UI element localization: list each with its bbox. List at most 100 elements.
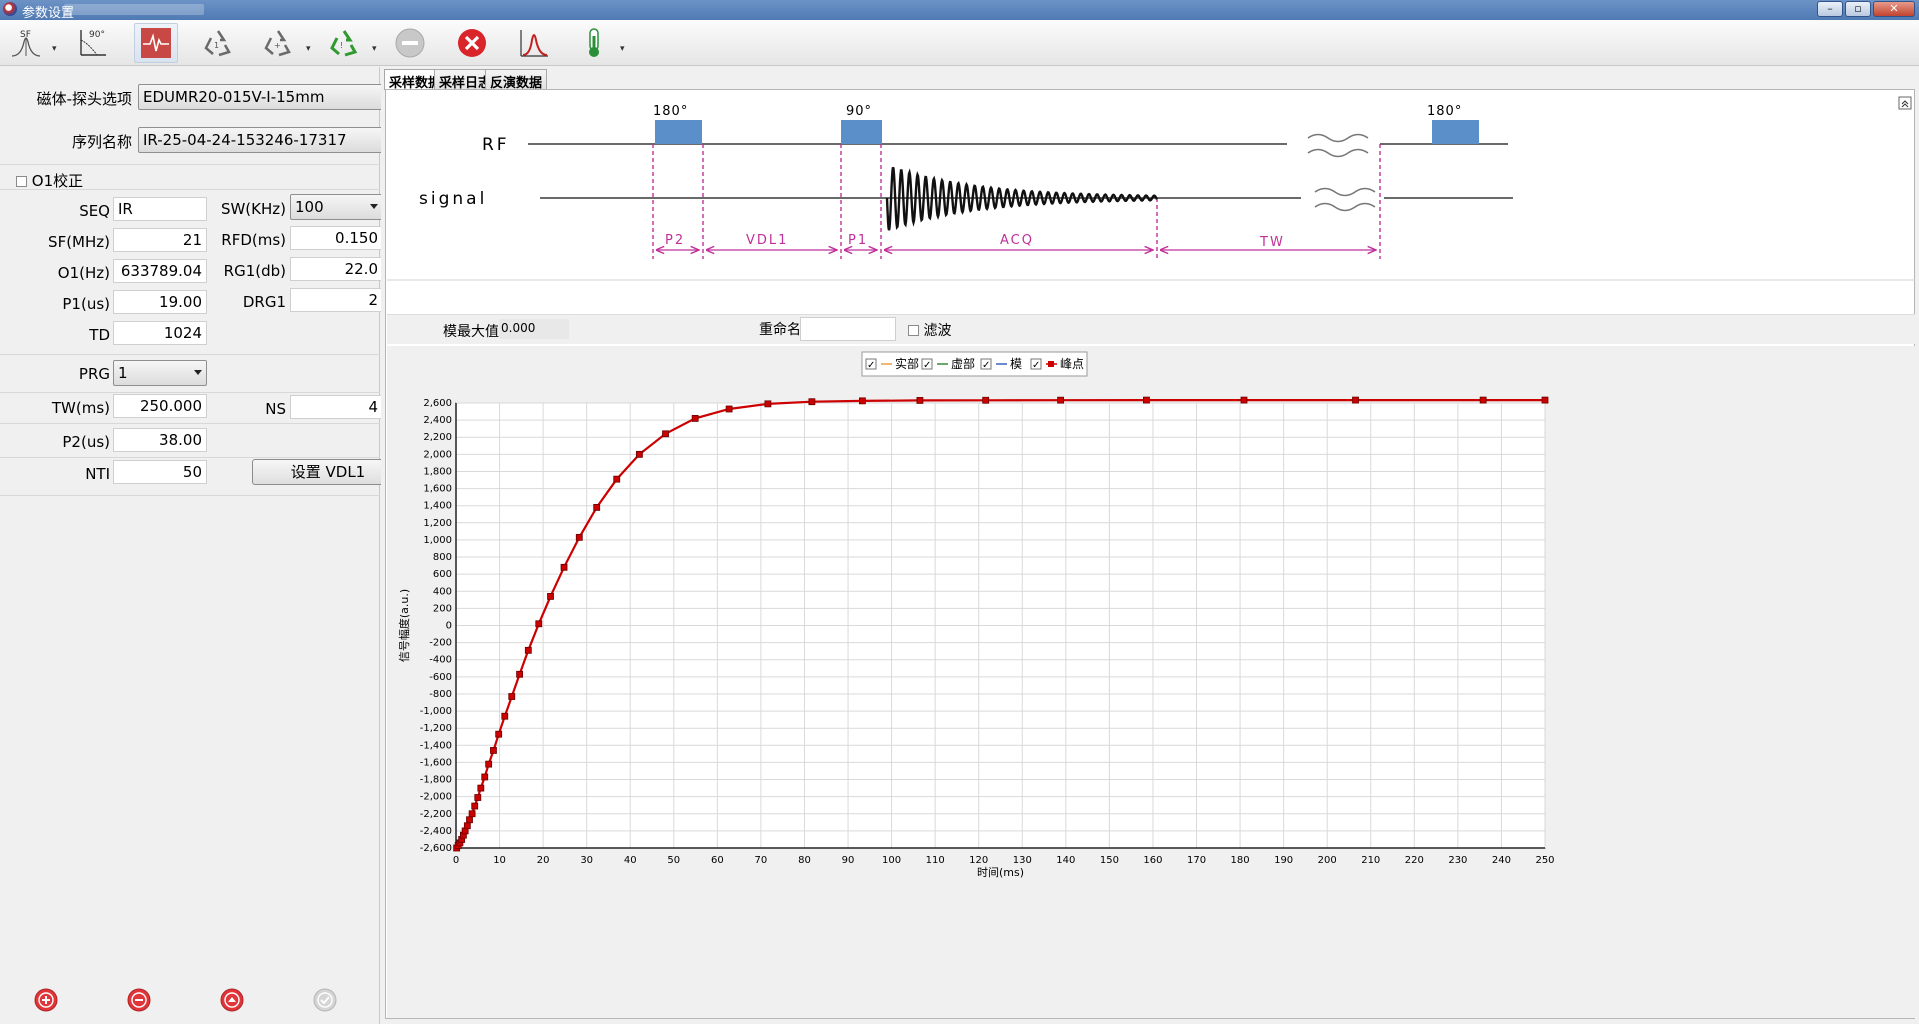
x-tick-label: 60 bbox=[711, 855, 724, 866]
y-axis: -2,600 -2,400 -2,200 -2,000 -1,800 -1,600 -1,4… bbox=[420, 398, 452, 854]
data-point bbox=[982, 396, 990, 404]
y-tick-label: 1,400 bbox=[423, 501, 452, 512]
y-tick-label: 600 bbox=[433, 569, 452, 580]
move-up-button[interactable] bbox=[219, 987, 245, 1013]
waveform-button[interactable] bbox=[134, 23, 178, 63]
y-tick-label: -1,600 bbox=[420, 757, 452, 768]
y-axis-label: 信号幅度(a.u.) bbox=[397, 589, 411, 662]
mod-max-value: 0.000 bbox=[499, 319, 569, 339]
data-point bbox=[477, 784, 485, 792]
window-close-button[interactable]: ✕ bbox=[1873, 1, 1915, 17]
ns-field[interactable]: 4 bbox=[290, 395, 383, 419]
data-point bbox=[485, 760, 493, 768]
y-tick-label: 800 bbox=[433, 552, 452, 563]
legend-label: 实部 bbox=[895, 356, 919, 371]
flip-90-icon: 90° bbox=[80, 30, 106, 56]
data-point bbox=[662, 430, 669, 438]
prg-select[interactable]: 1 bbox=[113, 360, 207, 386]
y-tick-label: 0 bbox=[446, 621, 452, 632]
data-point bbox=[691, 415, 699, 422]
y-tick-label: -2,200 bbox=[420, 809, 452, 820]
fid-signal-wave bbox=[885, 166, 1159, 231]
collapse-button[interactable] bbox=[1898, 96, 1912, 110]
tab-inversion-data[interactable]: 反演数据 bbox=[485, 69, 548, 91]
x-tick-label: 30 bbox=[580, 855, 593, 866]
y-tick-label: 200 bbox=[433, 603, 452, 614]
data-point bbox=[560, 563, 568, 571]
p1-field[interactable]: 19.00 bbox=[113, 290, 207, 314]
chevron-down-icon[interactable]: ▾ bbox=[306, 44, 311, 54]
angle-button[interactable]: 90° bbox=[70, 23, 114, 63]
segment-vdl1-label: VDL1 bbox=[746, 233, 788, 248]
chevron-down-icon[interactable]: ▾ bbox=[52, 44, 57, 54]
check-icon bbox=[313, 988, 337, 1012]
check-icon: ✓ bbox=[982, 360, 990, 371]
data-point bbox=[547, 593, 554, 600]
rfd-label: RFD(ms) bbox=[221, 231, 286, 249]
sf-field[interactable]: 21 bbox=[113, 228, 207, 252]
data-point bbox=[808, 398, 816, 406]
temperature-button[interactable] bbox=[572, 23, 616, 63]
sequence-name-select[interactable]: IR-25-04-24-153246-17317 bbox=[138, 127, 402, 153]
rfd-field[interactable]: 0.150 bbox=[290, 226, 383, 250]
divider bbox=[0, 457, 380, 458]
x-axis: 0 10 20 30 40 50 60 70 80 90 100 110 120 130 140 150 160… bbox=[453, 855, 1555, 866]
x-tick-label: 250 bbox=[1535, 855, 1554, 866]
o1-correction-checkbox[interactable]: O1校正 bbox=[16, 170, 83, 191]
minimize-button[interactable]: – bbox=[1817, 1, 1843, 17]
recycle-dropdown-button[interactable]: + bbox=[256, 23, 300, 63]
legend-label: 模 bbox=[1010, 357, 1022, 371]
x-tick-label: 230 bbox=[1448, 855, 1467, 866]
sw-select[interactable]: 100 bbox=[290, 194, 383, 220]
td-field[interactable]: 1024 bbox=[113, 321, 207, 345]
rg1-label: RG1(db) bbox=[223, 262, 286, 280]
y-tick-label: -600 bbox=[429, 672, 452, 683]
add-button[interactable] bbox=[33, 987, 59, 1013]
sf-pulse-button[interactable]: SF bbox=[4, 23, 48, 63]
x-tick-label: 10 bbox=[493, 855, 506, 866]
recycle-green-button[interactable]: ! bbox=[322, 23, 366, 63]
title-blur-region bbox=[64, 4, 204, 15]
x-tick-label: 200 bbox=[1318, 855, 1337, 866]
checkbox-icon[interactable] bbox=[16, 176, 27, 187]
magnet-probe-select[interactable]: EDUMR20-015V-I-15mm bbox=[138, 84, 402, 110]
confirm-button[interactable] bbox=[312, 987, 338, 1013]
rename-input[interactable] bbox=[800, 317, 896, 341]
p2-field[interactable]: 38.00 bbox=[113, 428, 207, 452]
data-point bbox=[764, 400, 772, 408]
segment-acq-label: ACQ bbox=[1000, 233, 1034, 248]
data-point bbox=[463, 822, 471, 830]
seq-field[interactable]: IR bbox=[113, 197, 207, 221]
drg1-field[interactable]: 2 bbox=[290, 288, 383, 312]
divider bbox=[0, 423, 380, 424]
cancel-button[interactable] bbox=[450, 23, 494, 63]
x-tick-label: 170 bbox=[1187, 855, 1206, 866]
chevron-down-icon[interactable]: ▾ bbox=[620, 44, 625, 54]
recycle-button[interactable]: 1 bbox=[196, 23, 240, 63]
segment-p2-label: P2 bbox=[665, 233, 685, 248]
stop-icon bbox=[395, 28, 425, 58]
filter-checkbox[interactable]: 滤波 bbox=[908, 320, 951, 340]
maximize-button[interactable]: ▫ bbox=[1845, 1, 1871, 17]
data-point bbox=[474, 794, 482, 801]
y-tick-label: 1,800 bbox=[423, 466, 452, 477]
peak-button[interactable] bbox=[512, 23, 556, 63]
data-point bbox=[916, 397, 924, 404]
waveform-icon bbox=[141, 28, 171, 58]
tw-field[interactable]: 250.000 bbox=[113, 394, 207, 418]
stop-button[interactable] bbox=[388, 23, 432, 63]
recycle-icon: 1 bbox=[204, 30, 231, 57]
drg1-label: DRG1 bbox=[242, 293, 286, 311]
rg1-field[interactable]: 22.0 bbox=[290, 257, 383, 281]
x-tick-label: 120 bbox=[969, 855, 988, 866]
chevron-down-icon[interactable]: ▾ bbox=[372, 44, 377, 54]
x-tick-label: 180 bbox=[1231, 855, 1250, 866]
nti-field[interactable]: 50 bbox=[113, 460, 207, 484]
data-point bbox=[725, 405, 733, 413]
remove-button[interactable] bbox=[126, 987, 152, 1013]
o1-field[interactable]: 633789.04 bbox=[113, 259, 207, 283]
sw-value: 100 bbox=[295, 198, 324, 216]
pulse-180-block bbox=[1432, 120, 1479, 144]
checkbox-icon[interactable] bbox=[908, 325, 919, 336]
sf-label: SF(MHz) bbox=[48, 233, 110, 251]
